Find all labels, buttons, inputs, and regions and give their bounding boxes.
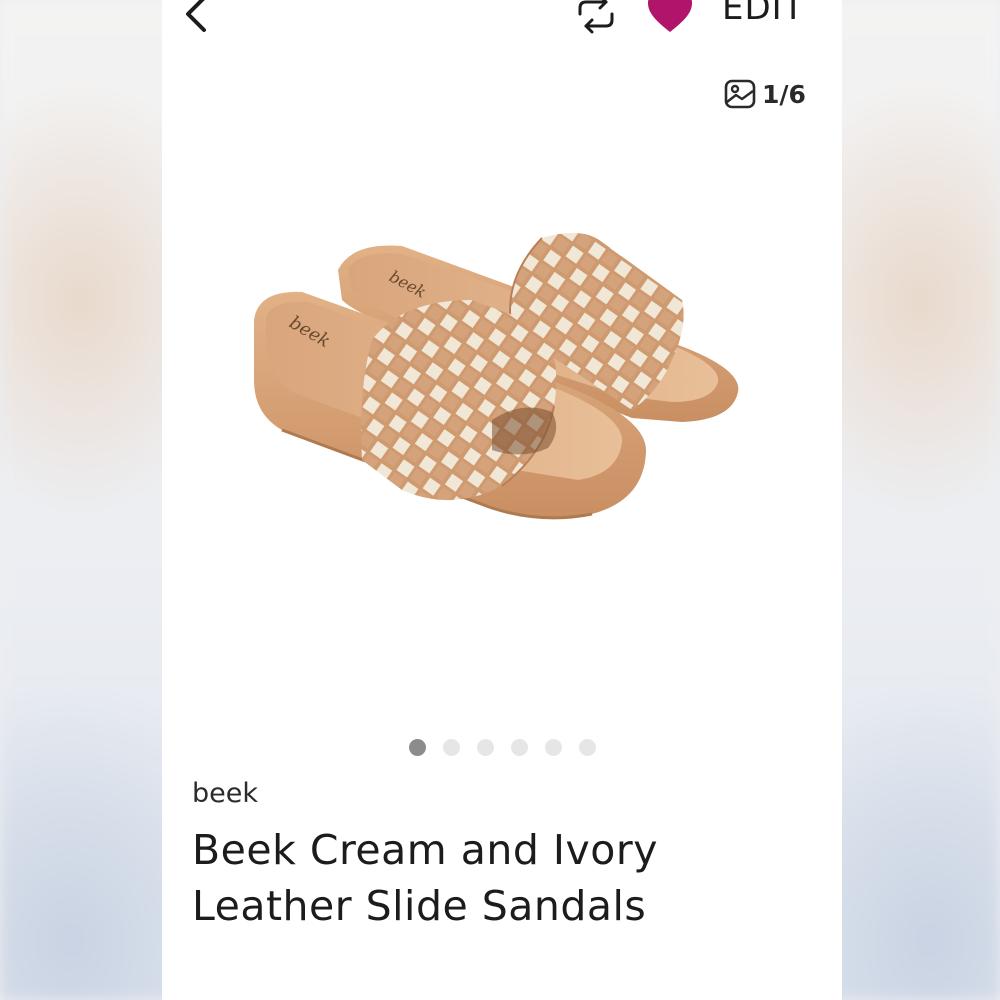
- image-counter-text: 1/6: [762, 79, 806, 109]
- product-title-line-2: Leather Slide Sandals: [192, 882, 647, 930]
- carousel-dot-5[interactable]: [544, 739, 562, 756]
- brand-link[interactable]: beek: [192, 778, 258, 809]
- like-button[interactable]: [646, 0, 694, 34]
- edit-button[interactable]: EDIT: [722, 0, 804, 32]
- heart-icon: [648, 0, 692, 32]
- image-counter: 1/6: [724, 76, 806, 112]
- carousel-dot-2[interactable]: [442, 739, 460, 756]
- product-title: Beek Cream and Ivory Leather Slide Sanda…: [192, 822, 812, 934]
- image-icon: [724, 79, 756, 109]
- carousel-dots: [162, 739, 842, 757]
- refresh-share-icon: [578, 0, 614, 34]
- carousel-dot-1[interactable]: [408, 739, 426, 756]
- carousel-dot-4[interactable]: [510, 739, 528, 756]
- carousel-dot-6[interactable]: [578, 739, 596, 756]
- carousel-dot-3[interactable]: [476, 739, 494, 756]
- back-button[interactable]: [176, 0, 220, 38]
- product-title-line-1: Beek Cream and Ivory: [192, 826, 658, 874]
- share-button[interactable]: [572, 0, 620, 36]
- product-page: EDIT 1/6 beek beek beek Beek Cream and I…: [162, 0, 842, 1000]
- chevron-left-icon: [186, 0, 206, 32]
- product-photo[interactable]: beek beek: [162, 130, 842, 730]
